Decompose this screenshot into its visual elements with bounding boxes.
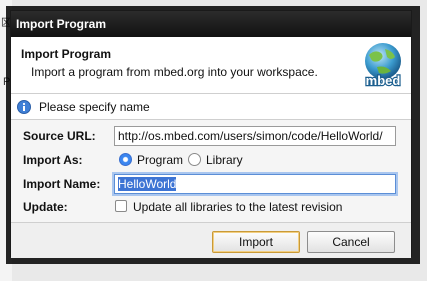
radio-program-label[interactable]: Program xyxy=(137,153,183,167)
import-name-field[interactable]: HelloWorld xyxy=(114,174,396,194)
mbed-logo-icon: mbed xyxy=(364,43,402,89)
update-libraries-checkbox-label[interactable]: Update all libraries to the latest revis… xyxy=(133,200,342,214)
update-libraries-checkbox[interactable] xyxy=(115,200,127,212)
radio-library-label[interactable]: Library xyxy=(206,153,243,167)
info-message: Please specify name xyxy=(39,100,150,114)
dialog-header: Import Program Import a program from mbe… xyxy=(11,37,411,94)
radio-library[interactable] xyxy=(188,153,201,166)
info-icon xyxy=(17,100,31,114)
radio-program[interactable] xyxy=(119,153,132,166)
info-message-bar: Please specify name xyxy=(11,94,411,120)
import-name-label: Import Name: xyxy=(23,177,101,191)
update-label: Update: xyxy=(23,200,68,214)
cancel-button[interactable]: Cancel xyxy=(307,231,395,253)
button-bar: Import Cancel xyxy=(11,223,411,258)
header-description: Import a program from mbed.org into your… xyxy=(31,65,318,79)
source-url-field[interactable]: http://os.mbed.com/users/simon/code/Hell… xyxy=(114,126,396,146)
import-program-dialog: Import Program Import Program Import a p… xyxy=(10,10,412,258)
source-url-label: Source URL: xyxy=(23,129,96,143)
logo-text: mbed xyxy=(366,73,401,88)
header-title: Import Program xyxy=(21,47,112,61)
dialog-titlebar[interactable]: Import Program xyxy=(11,11,411,37)
import-as-label: Import As: xyxy=(23,153,83,167)
import-form: Source URL: http://os.mbed.com/users/sim… xyxy=(11,120,411,223)
import-button[interactable]: Import xyxy=(212,231,300,253)
import-name-selected-text: HelloWorld xyxy=(118,177,177,191)
